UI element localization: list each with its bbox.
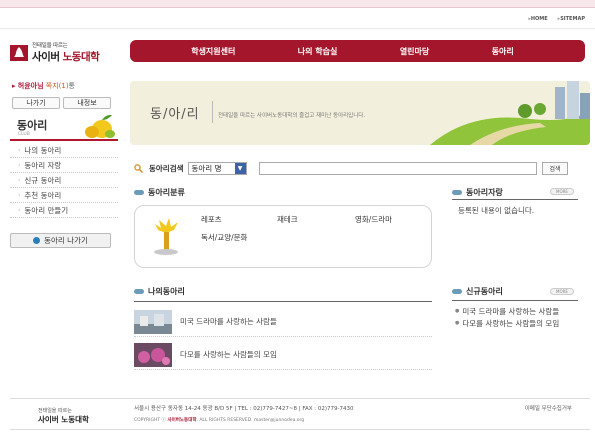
footer-copyright: COPYRIGHT ⓒ 사이버노동대학. ALL RIGHTS RESERVED… [134, 418, 305, 423]
logout-button[interactable]: 나가기 [12, 97, 60, 109]
club-thumbnail [134, 309, 172, 334]
search-input[interactable] [259, 162, 537, 175]
divider [0, 28, 595, 29]
side-menu: 나의 동아리 동아리 자랑 신규 동아리 추천 동아리 동아리 만들기 [10, 143, 118, 218]
tree-illustration-icon [154, 218, 178, 255]
club-search: 동아리검색 동아리 명 ▼ [134, 162, 247, 175]
landscape-illustration-icon [430, 81, 590, 145]
footer-logo: 전태일을 따르는 사이버 노동대학 [38, 408, 89, 424]
top-strip [0, 0, 595, 8]
nav-open-forum[interactable]: 열린마당 [400, 46, 429, 57]
search-type-select[interactable]: 동아리 명 ▼ [187, 162, 247, 175]
side-menu-my-club[interactable]: 나의 동아리 [10, 143, 118, 158]
list-item[interactable]: 미국 드라마를 사랑하는 사람들 [455, 305, 559, 317]
banner-title: 동/아/리 [150, 107, 200, 122]
category-reading-culture[interactable]: 독서/교양/문화 [201, 232, 247, 243]
my-info-button[interactable]: 내정보 [63, 97, 111, 109]
my-clubs-list: 미국 드라마를 사랑하는 사람들 다모를 사랑하는 사람들의 모임 [134, 307, 432, 373]
category-finance[interactable]: 재테크 [277, 214, 298, 225]
footer-address: 서울시 용산구 동자동 14-24 동광 B/D 5F | TEL : 02)7… [134, 406, 354, 412]
boast-more-button[interactable]: MORE [550, 188, 574, 195]
nav-club[interactable]: 동아리 [492, 46, 514, 57]
banner-subtitle: 전태일을 따르는 사이버노동대학의 즐겁고 재미난 동아리입니다. [218, 113, 366, 119]
categories-header: 동아리분류 [134, 187, 185, 198]
boast-header: 동아리자랑 [452, 187, 503, 198]
new-clubs-list: 미국 드라마를 사랑하는 사람들 다모를 사랑하는 사람들의 모임 [455, 305, 559, 329]
list-item[interactable]: 다모를 사랑하는 사람들의 모임 [455, 317, 559, 329]
category-leports[interactable]: 레포츠 [201, 214, 222, 225]
fruit-illustration-icon [85, 114, 115, 138]
category-movie-drama[interactable]: 영화/드라마 [355, 214, 392, 225]
search-button[interactable]: 검색 [542, 162, 568, 175]
home-link[interactable]: HOME [528, 16, 548, 22]
email-policy-link[interactable]: 이메일 무단수집거부 [525, 404, 572, 412]
nav-student-center[interactable]: 학생지원센터 [191, 46, 235, 57]
leave-club-button[interactable]: 동아리 나가기 [10, 233, 111, 248]
new-clubs-more-button[interactable]: MORE [550, 288, 574, 295]
list-item[interactable]: 미국 드라마를 사랑하는 사람들 [134, 307, 432, 337]
nav-my-study[interactable]: 나의 학습실 [298, 46, 338, 57]
logo-tagline: 전태일을 따르는 [32, 43, 68, 49]
chevron-down-icon: ▼ [234, 163, 246, 174]
side-menu-create-club[interactable]: 동아리 만들기 [10, 203, 118, 218]
side-menu-recommended-club[interactable]: 추천 동아리 [10, 188, 118, 203]
bullet-icon [452, 289, 462, 294]
side-menu-club-boast[interactable]: 동아리 자랑 [10, 158, 118, 173]
club-thumbnail [134, 342, 172, 367]
bullet-icon [134, 190, 144, 195]
bullet-icon [134, 289, 144, 294]
boast-empty-text: 등록된 내용이 없습니다. [458, 206, 535, 215]
welcome-message: ▸ 허윤아님 쪽지(1)통 [12, 82, 75, 90]
logo-name: 사이버 노동대학 [32, 51, 100, 63]
site-logo[interactable]: 전태일을 따르는 사이버 노동대학 [10, 40, 120, 64]
top-links: HOME SITEMAP [528, 16, 585, 22]
page-banner: 동/아/리 전태일을 따르는 사이버노동대학의 즐겁고 재미난 동아리입니다. [130, 81, 590, 145]
list-item[interactable]: 다모를 사랑하는 사람들의 모임 [134, 340, 432, 370]
search-label: 동아리검색 [149, 164, 184, 173]
bullet-icon [452, 190, 462, 195]
search-icon [134, 164, 143, 173]
side-menu-new-club[interactable]: 신규 동아리 [10, 173, 118, 188]
sitemap-link[interactable]: SITEMAP [558, 16, 585, 22]
side-section-title: 동아리 CLUB [10, 113, 118, 141]
footer: 전태일을 따르는 사이버 노동대학 서울시 용산구 동자동 14-24 동광 B… [10, 398, 590, 430]
my-clubs-header: 나의동아리 [134, 286, 185, 297]
categories-box: 레포츠 재테크 영화/드라마 독서/교양/문화 [134, 205, 432, 268]
flame-logo-icon [10, 45, 28, 61]
message-count-link[interactable]: 쪽지(1) [46, 82, 69, 90]
user-name: 허윤아님 [17, 82, 44, 90]
new-clubs-header: 신규동아리 [452, 286, 503, 297]
leave-icon [33, 237, 41, 244]
main-nav: 학생지원센터 나의 학습실 열린마당 동아리 [130, 40, 585, 62]
